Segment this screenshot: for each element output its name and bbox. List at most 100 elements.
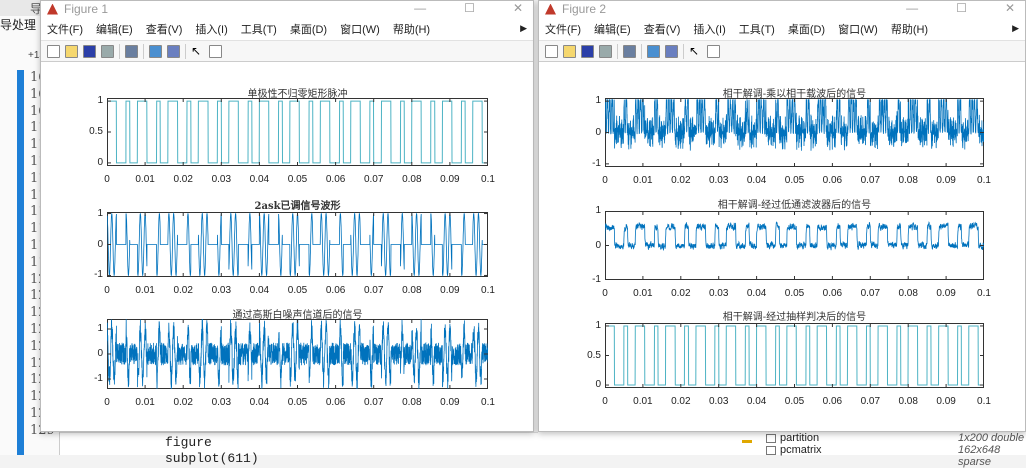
menu-overflow-icon[interactable]: ▶ (1012, 23, 1019, 34)
open-folder-icon[interactable] (563, 44, 576, 58)
workspace-var-name[interactable]: partition (780, 432, 819, 444)
y-tick-label: 0 (595, 239, 601, 251)
menu-item[interactable]: 窗口(W) (838, 21, 878, 37)
y-tick-label: 1 (595, 95, 601, 107)
axes-5[interactable] (605, 211, 984, 280)
toolbar-separator (119, 43, 120, 59)
workspace-panel: partition 1x200 double pcmatrix 162x648 … (538, 432, 1026, 468)
menu-item[interactable]: 文件(F) (545, 21, 581, 37)
menu-item[interactable]: 插入(I) (195, 21, 227, 37)
x-tick-label: 0.03 (211, 397, 232, 408)
menu-item[interactable]: 编辑(E) (594, 21, 631, 37)
property-editor-icon[interactable] (209, 44, 222, 58)
x-tick-label: 0.06 (822, 175, 843, 186)
insert-legend-icon[interactable] (167, 44, 180, 58)
x-tick-label: 0.02 (173, 285, 193, 296)
insert-legend-icon[interactable] (665, 44, 678, 58)
x-tick-label: 0.01 (135, 397, 155, 408)
x-tick-label: 0.03 (708, 396, 729, 407)
x-tick-label: 0.09 (440, 285, 460, 296)
print-icon[interactable] (599, 44, 612, 58)
toolbar-separator (641, 43, 642, 59)
title-bar[interactable]: Figure 1 — ☐ ✕ (41, 1, 533, 17)
title-bar[interactable]: Figure 2 — ☐ ✕ (539, 1, 1025, 17)
x-tick-label: 0.07 (363, 397, 384, 408)
figure-1-window[interactable]: Figure 1 — ☐ ✕ 文件(F) 编辑(E) 查看(V) 插入(I) 工具(T) 桌面(D… (40, 0, 534, 432)
save-icon[interactable] (581, 44, 594, 58)
pointer-icon[interactable]: ↖ (689, 44, 702, 58)
x-tick-label: 0 (602, 396, 608, 407)
close-icon[interactable]: ✕ (1005, 1, 1015, 15)
link-icon[interactable] (149, 44, 162, 58)
editor-scrollbar[interactable] (17, 70, 24, 455)
new-file-icon[interactable] (47, 44, 60, 58)
axes-6[interactable] (605, 323, 984, 388)
menu-item[interactable]: 文件(F) (47, 21, 83, 37)
x-tick-label: 0.04 (249, 174, 270, 185)
x-tick-label: 0.06 (822, 288, 843, 299)
maximize-icon[interactable]: ☐ (464, 1, 475, 15)
y-tick-label: 0 (97, 156, 103, 168)
menu-item[interactable]: 插入(I) (693, 21, 725, 37)
figure-2-window[interactable]: Figure 2 — ☐ ✕ 文件(F) 编辑(E) 查看(V) 插入(I) 工具(T) 桌面(D… (538, 0, 1026, 432)
x-tick-label: 0.02 (173, 174, 193, 185)
print-icon[interactable] (101, 44, 114, 58)
menu-item[interactable]: 窗口(W) (340, 21, 380, 37)
new-file-icon[interactable] (545, 44, 558, 58)
workspace-var-value: 162x648 sparse (958, 444, 1001, 468)
menu-item[interactable]: 查看(V) (146, 21, 183, 37)
close-icon[interactable]: ✕ (513, 1, 523, 15)
editor-code-area[interactable]: figure subplot(611) (60, 432, 540, 466)
axes-title: 单极性不归零矩形脉冲 (247, 89, 348, 100)
x-tick-label: 0 (104, 174, 110, 185)
x-tick-label: 0.02 (671, 288, 691, 299)
axes-title: 2ask已调信号波形 (254, 201, 341, 212)
x-tick-label: 0.07 (860, 396, 881, 407)
y-tick-label: 0 (595, 126, 601, 138)
pointer-icon[interactable]: ↖ (191, 44, 204, 58)
x-tick-label: 0.05 (784, 175, 805, 186)
editor-tab[interactable]: 导处理 (0, 16, 36, 33)
menu-item[interactable]: 桌面(D) (788, 21, 825, 37)
open-folder-icon[interactable] (65, 44, 78, 58)
menu-overflow-icon[interactable]: ▶ (520, 23, 527, 34)
axes-1[interactable] (107, 98, 488, 166)
minimize-icon[interactable]: — (414, 1, 426, 15)
menu-item[interactable]: 帮助(H) (393, 21, 430, 37)
x-tick-label: 0.05 (287, 397, 308, 408)
menu-item[interactable]: 帮助(H) (891, 21, 928, 37)
menu-item[interactable]: 桌面(D) (290, 21, 327, 37)
x-tick-label: 0.1 (481, 285, 495, 296)
axes-3[interactable] (107, 319, 488, 389)
menu-bar: 文件(F) 编辑(E) 查看(V) 插入(I) 工具(T) 桌面(D) 窗口(W) 帮助(H)… (539, 17, 1025, 41)
maximize-icon[interactable]: ☐ (956, 1, 967, 15)
y-tick-label: 0 (595, 379, 601, 391)
save-icon[interactable] (83, 44, 96, 58)
toolbar-separator (185, 43, 186, 59)
zoom-window-icon[interactable] (125, 44, 138, 58)
x-tick-label: 0 (602, 288, 608, 299)
property-editor-icon[interactable] (707, 44, 720, 58)
axes-title: 通过高斯白噪声信道后的信号 (232, 310, 363, 321)
x-tick-label: 0.04 (746, 175, 767, 186)
axes-2[interactable] (107, 212, 488, 277)
collapse-icon[interactable] (742, 440, 752, 443)
minimize-icon[interactable]: — (906, 1, 918, 15)
menu-item[interactable]: 查看(V) (644, 21, 681, 37)
zoom-window-icon[interactable] (623, 44, 636, 58)
workspace-var-name[interactable]: pcmatrix (780, 444, 822, 456)
x-tick-label: 0.02 (671, 396, 691, 407)
x-tick-label: 0.03 (708, 288, 729, 299)
y-tick-label: -1 (592, 274, 601, 285)
x-tick-label: 0 (104, 397, 110, 408)
axes-title: 相干解调-经过低通滤波器后的信号 (717, 200, 872, 211)
menu-item[interactable]: 工具(T) (739, 21, 775, 37)
x-tick-label: 0.09 (440, 174, 460, 185)
x-tick-label: 0.07 (363, 174, 384, 185)
x-tick-label: 0.04 (746, 396, 767, 407)
menu-item[interactable]: 工具(T) (241, 21, 277, 37)
menu-item[interactable]: 编辑(E) (96, 21, 133, 37)
axes-4[interactable] (605, 98, 984, 167)
link-icon[interactable] (647, 44, 660, 58)
y-tick-label: 1 (97, 95, 103, 107)
